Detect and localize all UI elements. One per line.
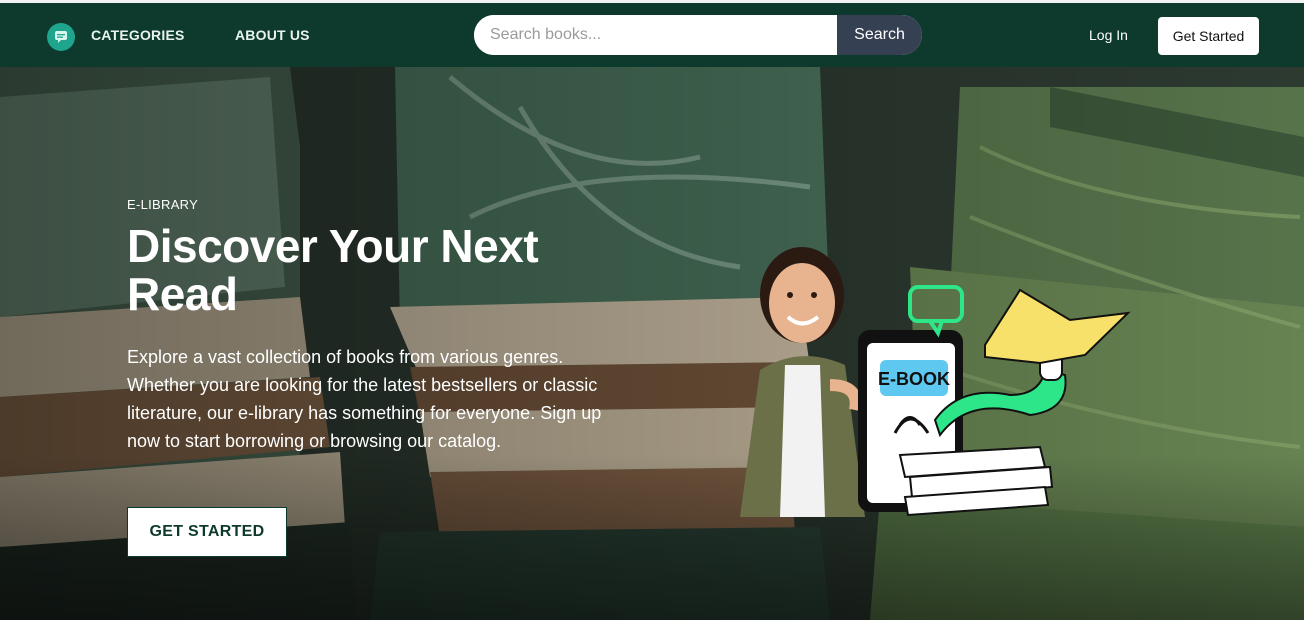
hero-kicker: E-LIBRARY	[127, 197, 199, 212]
search-button[interactable]: Search	[837, 15, 922, 55]
nav-about-link[interactable]: ABOUT US	[235, 27, 310, 43]
chat-book-logo-icon[interactable]	[47, 23, 75, 51]
hero-section: E-LIBRARY Discover Your Next Read Explor…	[0, 67, 1304, 620]
search-input[interactable]	[474, 15, 837, 55]
hero-description: Explore a vast collection of books from …	[127, 347, 602, 451]
nav-categories-link[interactable]: CATEGORIES	[91, 27, 185, 43]
search-bar: Search	[474, 15, 922, 55]
hero-get-started-button[interactable]: GET STARTED	[127, 507, 287, 557]
page: CATEGORIES ABOUT US Search Log In Get St…	[0, 0, 1304, 620]
hero-title: Discover Your Next Read	[127, 220, 539, 320]
ebook-reader-illustration: E-BOOK	[740, 247, 1131, 517]
login-link[interactable]: Log In	[1089, 27, 1128, 43]
top-navbar: CATEGORIES ABOUT US Search Log In Get St…	[0, 0, 1304, 67]
nav-get-started-button[interactable]: Get Started	[1158, 17, 1259, 55]
ebook-label: E-BOOK	[878, 369, 950, 389]
